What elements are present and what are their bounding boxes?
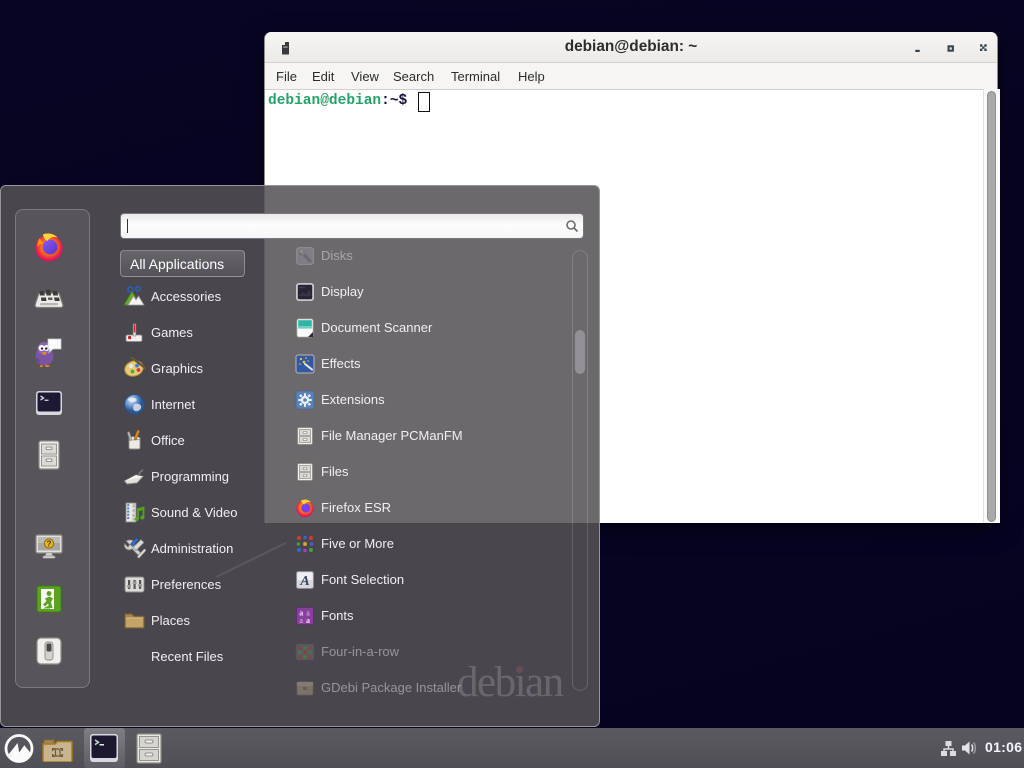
svg-text:?: ?: [47, 540, 52, 549]
svg-text:a: a: [306, 616, 310, 625]
svg-text:a: a: [299, 616, 303, 625]
svg-text:A: A: [299, 574, 309, 589]
